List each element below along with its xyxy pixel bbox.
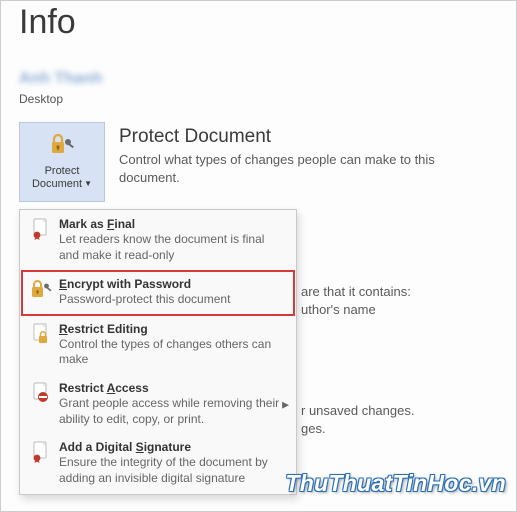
menu-item-desc: Let readers know the document is final a… xyxy=(59,232,287,263)
background-text: r unsaved changes. xyxy=(301,403,414,418)
background-text: uthor's name xyxy=(301,302,376,317)
menu-item-desc: Grant people access while removing their… xyxy=(59,396,287,427)
lock-key-icon xyxy=(48,132,76,161)
document-title: Anh Thanh xyxy=(1,48,516,88)
tile-label: Protect Document▼ xyxy=(32,165,92,193)
protect-document-button[interactable]: Protect Document▼ xyxy=(19,122,105,202)
menu-item-document-signature[interactable]: Add a Digital SignatureEnsure the integr… xyxy=(21,434,295,493)
protect-document-menu: Mark as FinalLet readers know the docume… xyxy=(19,209,297,495)
lock-key-icon xyxy=(29,277,53,300)
menu-item-title: Restrict Editing xyxy=(59,322,287,336)
background-text: ges. xyxy=(301,421,326,436)
menu-item-document-restrict[interactable]: Restrict AccessGrant people access while… xyxy=(21,375,295,434)
menu-item-desc: Ensure the integrity of the document by … xyxy=(59,455,287,486)
chevron-down-icon: ▼ xyxy=(84,179,92,188)
menu-item-title: Add a Digital Signature xyxy=(59,440,287,454)
protect-section: Protect Document▼ Protect Document Contr… xyxy=(1,114,516,210)
document-seal-icon xyxy=(29,217,53,240)
document-lock-icon xyxy=(29,322,53,345)
menu-item-title: Restrict Access xyxy=(59,381,287,395)
menu-item-desc: Control the types of changes others can … xyxy=(59,337,287,368)
menu-item-title: Mark as Final xyxy=(59,217,287,231)
menu-item-title: Encrypt with Password xyxy=(59,277,287,291)
document-signature-icon xyxy=(29,440,53,463)
document-restrict-icon xyxy=(29,381,53,404)
section-description: Control what types of changes people can… xyxy=(119,151,469,186)
background-text: are that it contains: xyxy=(301,284,411,299)
watermark: ThuThuatTinHoc.vn xyxy=(285,470,506,497)
menu-item-desc: Password-protect this document xyxy=(59,292,287,308)
menu-item-document-seal[interactable]: Mark as FinalLet readers know the docume… xyxy=(21,211,295,270)
document-location: Desktop xyxy=(1,88,516,114)
section-heading: Protect Document xyxy=(119,126,469,148)
chevron-right-icon: ▶ xyxy=(282,399,289,410)
menu-item-document-lock[interactable]: Restrict EditingControl the types of cha… xyxy=(21,316,295,375)
menu-item-lock-key[interactable]: Encrypt with PasswordPassword-protect th… xyxy=(21,270,295,316)
page-title: Info xyxy=(1,1,516,48)
